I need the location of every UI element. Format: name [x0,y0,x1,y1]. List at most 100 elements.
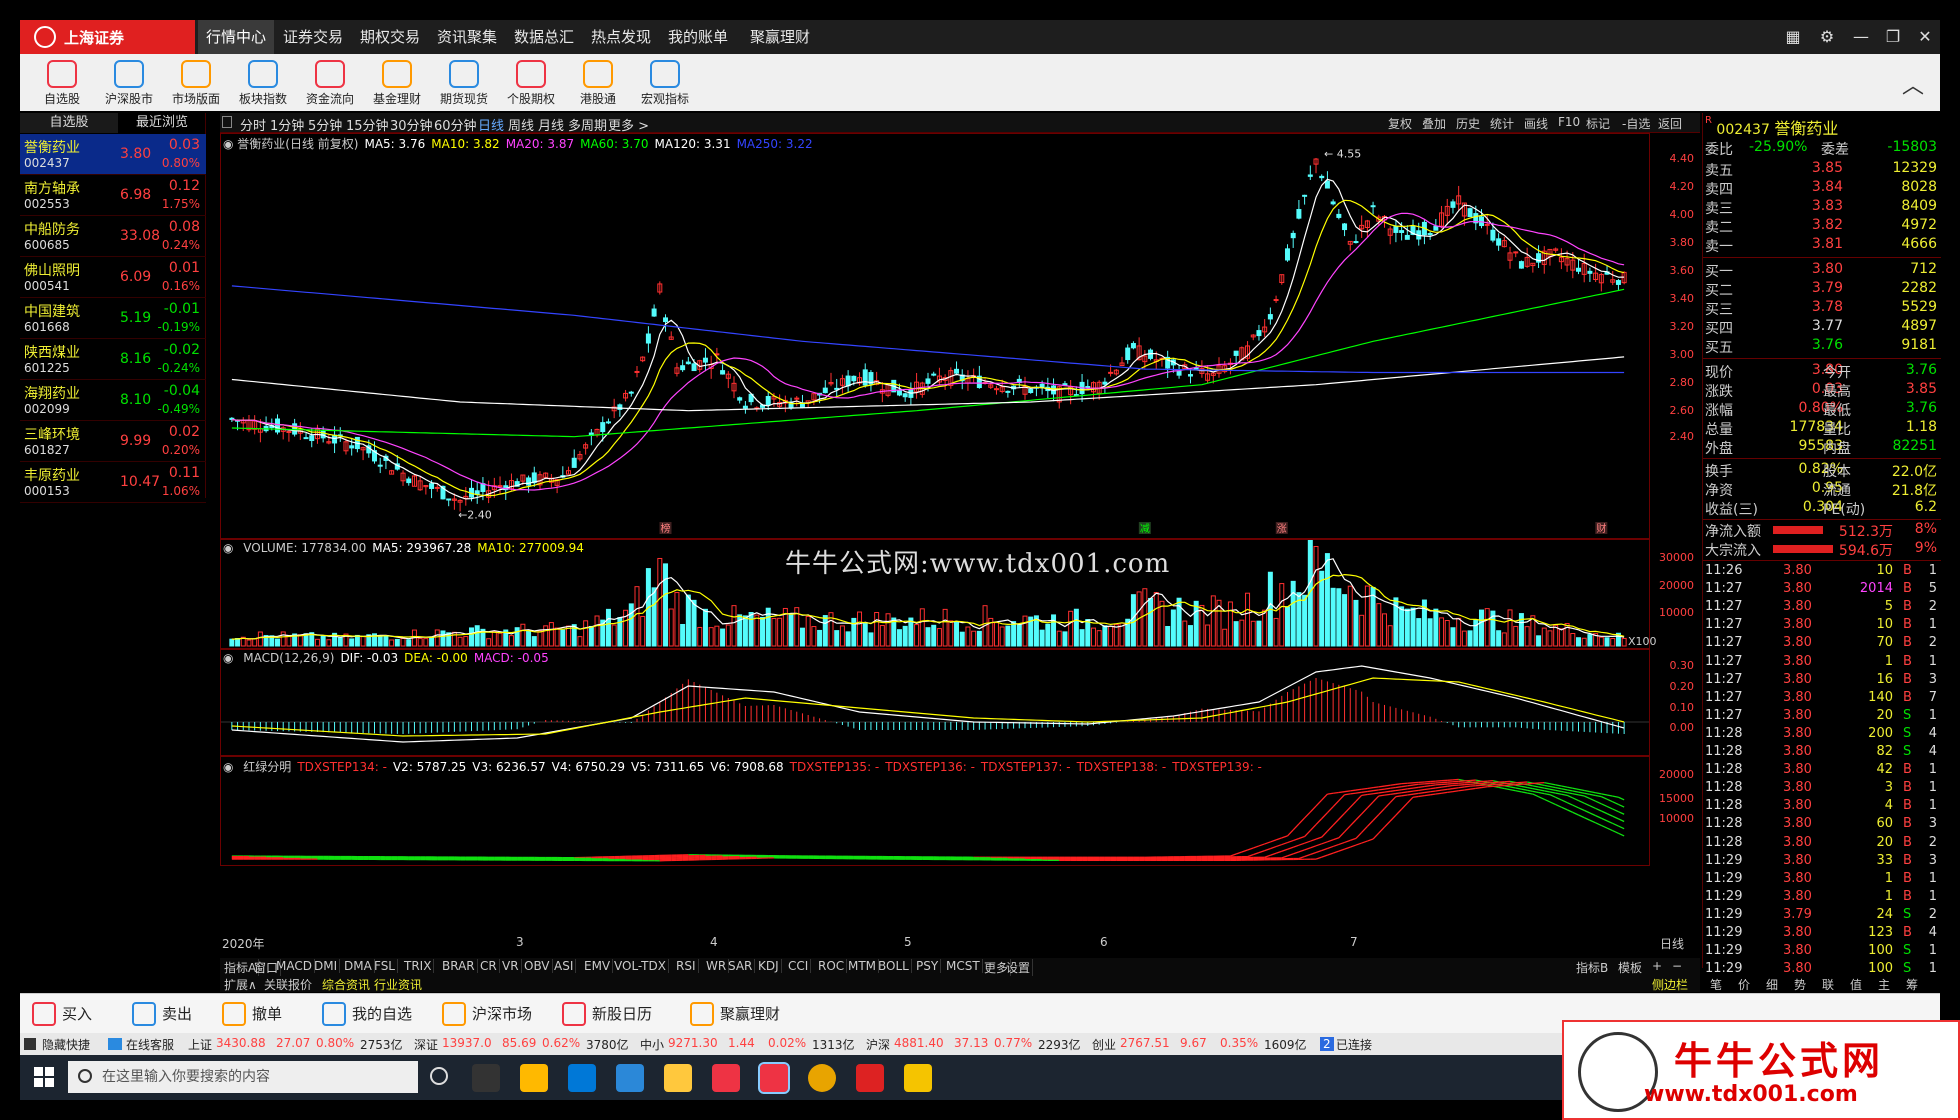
restore-button[interactable]: ❐ [1882,26,1904,48]
chart-tool-1[interactable]: 叠加 [1422,115,1446,132]
indicator-tab-6[interactable]: TRIX [402,959,435,973]
kline-chart[interactable]: ← 4.55 ←2.40 榜 减 涨 财 [221,134,1649,538]
indicator-tab-14[interactable]: RSI [674,959,699,973]
indicator-tab-5[interactable]: FSL [372,959,398,973]
toolbar-item-0[interactable]: 自选股 [28,58,96,108]
indicator-tab-11[interactable]: ASI [552,959,577,973]
app-icon-3[interactable] [808,1064,836,1092]
indicator-tab-13[interactable]: VOL-TDX [612,959,669,973]
cortana-icon[interactable] [430,1067,448,1085]
chart-tool-6[interactable]: 标记 [1586,115,1610,132]
period-6[interactable]: 日线 [478,115,504,134]
indicator-tab-18[interactable]: CCI [786,959,812,973]
indicator-tab-22[interactable]: PSY [914,959,942,973]
minimize-button[interactable]: — [1850,26,1872,48]
indicator-tab-16[interactable]: SAR [726,959,756,973]
chart-tool-7[interactable]: -自选 [1622,115,1650,132]
indicator-right-0[interactable]: 指标B [1576,959,1608,976]
menu-item-0[interactable]: 行情中心 [198,20,275,54]
taskbar-search-input[interactable]: 在这里输入你要搜索的内容 [68,1061,418,1093]
ad-banner[interactable]: 牛牛公式网 www.tdx001.com [1562,1020,1960,1120]
sub-tab-0[interactable]: 扩展∧ [224,976,257,993]
period-10[interactable]: 更多 > [608,115,649,134]
indicator-tab-9[interactable]: VR [500,959,522,973]
period-8[interactable]: 月线 [538,115,564,134]
indicator-tab-17[interactable]: KDJ [756,959,782,973]
macd-panel[interactable]: ◉ MACD(12,26,9) DIF: -0.03 DEA: -0.00 MACD:… [220,649,1650,756]
period-7[interactable]: 周线 [508,115,534,134]
menu-item-7[interactable]: 聚赢理财 [742,20,818,54]
app-icon-5[interactable] [904,1064,932,1092]
watchlist-row[interactable]: 中船防务 600685 33.08 0.08 0.24% [20,216,206,257]
period-2[interactable]: 5分钟 [308,115,342,134]
app-icon-1[interactable] [712,1064,740,1092]
indicator-tab-10[interactable]: OBV [522,959,553,973]
panel-toggle-icon[interactable] [222,116,232,128]
toolbar-item-9[interactable]: 宏观指标 [631,58,699,108]
chart-tool-3[interactable]: 统计 [1490,115,1514,132]
watchlist-row[interactable]: 佛山照明 000541 6.09 0.01 0.16% [20,257,206,298]
app-icon-4[interactable] [856,1064,884,1092]
indicator-right-3[interactable]: − [1672,959,1682,973]
chart-tool-8[interactable]: 返回 [1658,115,1682,132]
menu-item-1[interactable]: 证券交易 [275,20,351,54]
kline-panel[interactable]: ◉ 誉衡药业(日线 前复权) MA5: 3.76 MA10: 3.82 MA20: 3… [220,133,1650,539]
watchlist-row[interactable]: 三峰环境 601827 9.99 0.02 0.20% [20,421,206,462]
indicator-tab-25[interactable]: 设置 [1004,959,1034,976]
indicator-right-1[interactable]: 模板 [1618,959,1642,976]
toolbar-item-3[interactable]: 板块指数 [229,58,297,108]
folder-icon[interactable] [664,1064,692,1092]
index-name[interactable]: 上证 [188,1036,212,1053]
toolbar-item-8[interactable]: 港股通 [564,58,632,108]
toolbar-item-7[interactable]: 个股期权 [497,58,565,108]
index-name[interactable]: 沪深 [866,1036,890,1053]
hide-shortcut-label[interactable]: 隐藏快捷 [42,1036,90,1053]
indicator-tab-23[interactable]: MCST [944,959,983,973]
sub-tab-3[interactable]: 行业资讯 [374,976,422,993]
app-icon-2[interactable] [758,1062,790,1094]
indicator-tab-8[interactable]: CR [478,959,500,973]
index-name[interactable]: 中小 [640,1036,664,1053]
watchlist-row[interactable]: 海翔药业 002099 8.10 -0.04 -0.49% [20,380,206,421]
period-5[interactable]: 60分钟 [434,115,477,134]
toolbar-item-4[interactable]: 资金流向 [296,58,364,108]
indicator-tab-12[interactable]: EMV [582,959,614,973]
menu-item-6[interactable]: 我的账单 [660,20,736,54]
watchlist-row[interactable]: 誉衡药业 002437 3.80 0.03 0.80% [20,134,206,175]
chart-tool-0[interactable]: 复权 [1388,115,1412,132]
indicator-tab-4[interactable]: DMA [342,959,375,973]
windows-start-icon[interactable] [34,1067,54,1087]
index-name[interactable]: 深证 [414,1036,438,1053]
trade-button-3[interactable]: 我的自选 [322,1000,412,1028]
toolbar-item-6[interactable]: 期货现货 [430,58,498,108]
trade-button-6[interactable]: 聚赢理财 [690,1000,780,1028]
toolbar-item-2[interactable]: 市场版面 [162,58,230,108]
taskview-icon[interactable] [472,1064,500,1092]
chart-tool-2[interactable]: 历史 [1456,115,1480,132]
indicator-tab-2[interactable]: MACD [274,959,315,973]
menu-item-4[interactable]: 数据总汇 [506,20,582,54]
watchlist-row[interactable]: 丰原药业 000153 10.47 0.11 1.06% [20,462,206,503]
edge-icon[interactable] [568,1064,596,1092]
chart-tool-4[interactable]: 画线 [1524,115,1548,132]
indicator-tab-21[interactable]: BOLL [876,959,912,973]
watchlist-row[interactable]: 中国建筑 601668 5.19 -0.01 -0.19% [20,298,206,339]
trade-button-0[interactable]: 买入 [32,1000,92,1028]
menu-item-5[interactable]: 热点发现 [583,20,659,54]
hongl-chart[interactable] [221,757,1649,865]
settings-icon[interactable]: ⚙ [1816,26,1838,48]
collapse-icon[interactable]: ︿ [1902,68,1924,100]
tab-watchlist[interactable]: 自选股 [20,113,118,133]
trade-button-1[interactable]: 卖出 [132,1000,192,1028]
menu-item-2[interactable]: 期权交易 [352,20,428,54]
period-0[interactable]: 分时 [240,115,266,134]
watchlist-row[interactable]: 陕西煤业 601225 8.16 -0.02 -0.24% [20,339,206,380]
tab-recent[interactable]: 最近浏览 [118,113,206,133]
trade-button-2[interactable]: 撤单 [222,1000,282,1028]
period-1[interactable]: 1分钟 [270,115,304,134]
period-9[interactable]: 多周期 [568,115,607,134]
index-name[interactable]: 创业 [1092,1036,1116,1053]
indicator-tab-19[interactable]: ROC [816,959,848,973]
toolbar-item-1[interactable]: 沪深股市 [95,58,163,108]
menu-item-3[interactable]: 资讯聚集 [429,20,505,54]
